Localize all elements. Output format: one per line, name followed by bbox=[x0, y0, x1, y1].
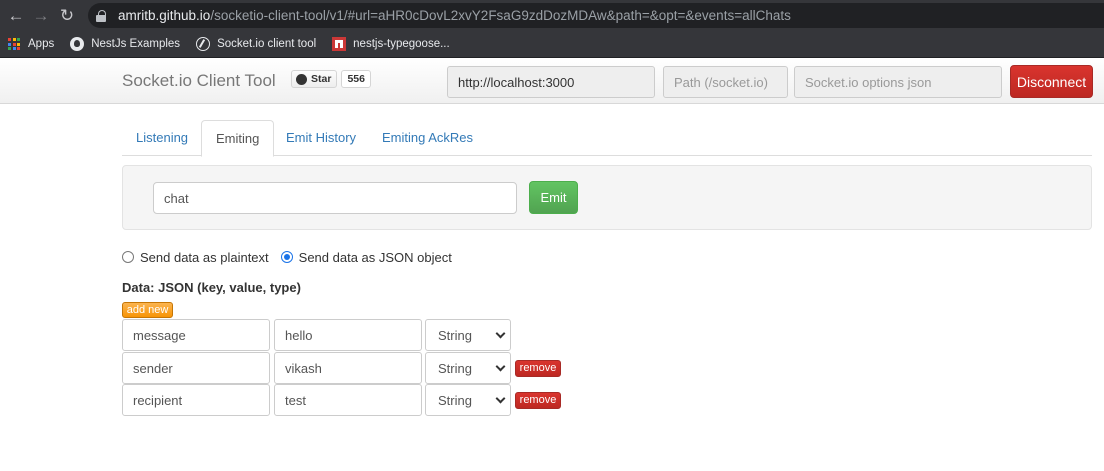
radio-plaintext[interactable] bbox=[122, 251, 134, 263]
bookmark-socketio-client-tool[interactable]: Socket.io client tool bbox=[196, 37, 316, 51]
github-star-button[interactable]: Star bbox=[291, 70, 338, 88]
chevron-down-icon bbox=[495, 328, 506, 339]
url-bar[interactable]: amritb.github.io/socketio-client-tool/v1… bbox=[88, 3, 1104, 28]
tab-emiting-ackres[interactable]: Emiting AckRes bbox=[368, 120, 487, 156]
bookmark-nestjs-typegoose[interactable]: nestjs-typegoose... bbox=[332, 37, 450, 51]
bookmark-apps[interactable]: Apps bbox=[8, 38, 54, 50]
tab-emiting[interactable]: Emiting bbox=[201, 120, 275, 157]
socketio-icon bbox=[196, 37, 211, 51]
type-select[interactable]: String bbox=[425, 352, 511, 384]
disconnect-button[interactable]: Disconnect bbox=[1010, 65, 1093, 98]
github-icon bbox=[296, 73, 307, 85]
type-select[interactable]: String bbox=[425, 384, 511, 416]
brand-title[interactable]: Socket.io Client Tool bbox=[122, 71, 276, 91]
table-row: String remove bbox=[122, 352, 582, 384]
bookmark-nestjs-examples[interactable]: NestJs Examples bbox=[70, 37, 180, 51]
type-select[interactable]: String bbox=[425, 319, 511, 351]
value-input[interactable] bbox=[274, 319, 422, 351]
options-json-input[interactable] bbox=[794, 66, 1002, 98]
radio-json-label[interactable]: Send data as JSON object bbox=[299, 250, 452, 265]
chevron-down-icon bbox=[495, 361, 506, 372]
value-input[interactable] bbox=[274, 352, 422, 384]
table-row: String bbox=[122, 319, 582, 351]
reload-icon[interactable]: ↻ bbox=[57, 6, 77, 26]
add-new-button[interactable]: add new bbox=[122, 302, 173, 318]
value-input[interactable] bbox=[274, 384, 422, 416]
key-input[interactable] bbox=[122, 352, 270, 384]
npm-icon bbox=[332, 37, 347, 51]
chevron-down-icon bbox=[495, 393, 506, 404]
event-name-input[interactable] bbox=[153, 182, 517, 214]
github-star-widget: Star 556 bbox=[291, 70, 371, 88]
apps-grid-icon bbox=[8, 38, 20, 50]
github-star-count[interactable]: 556 bbox=[341, 70, 371, 88]
data-section-label: Data: JSON (key, value, type) bbox=[122, 280, 301, 295]
back-arrow-icon[interactable]: ← bbox=[6, 6, 26, 26]
github-icon bbox=[70, 37, 85, 51]
radio-json[interactable] bbox=[280, 251, 293, 263]
table-row: String remove bbox=[122, 384, 582, 416]
emit-button[interactable]: Emit bbox=[529, 181, 578, 214]
remove-button[interactable]: remove bbox=[515, 360, 561, 377]
lock-icon bbox=[96, 9, 106, 22]
tab-bar: Listening Emiting Emit History Emiting A… bbox=[122, 120, 1092, 157]
data-format-radios: Send data as plaintext Send data as JSON… bbox=[122, 249, 464, 265]
app-navbar: Socket.io Client Tool Star 556 Disconnec… bbox=[0, 58, 1104, 104]
browser-address-bar: ← → ↻ amritb.github.io/socketio-client-t… bbox=[0, 0, 1104, 31]
tab-listening[interactable]: Listening bbox=[122, 120, 202, 156]
bookmarks-bar: Apps NestJs Examples Socket.io client to… bbox=[0, 31, 1104, 58]
key-input[interactable] bbox=[122, 384, 270, 416]
server-url-input[interactable] bbox=[447, 66, 655, 98]
remove-button[interactable]: remove bbox=[515, 392, 561, 409]
path-input[interactable] bbox=[663, 66, 788, 98]
forward-arrow-icon[interactable]: → bbox=[31, 6, 51, 26]
radio-plaintext-label[interactable]: Send data as plaintext bbox=[140, 250, 269, 265]
key-input[interactable] bbox=[122, 319, 270, 351]
tab-emit-history[interactable]: Emit History bbox=[272, 120, 370, 156]
url-text: amritb.github.io/socketio-client-tool/v1… bbox=[118, 8, 791, 23]
emit-panel: Emit bbox=[122, 165, 1092, 230]
